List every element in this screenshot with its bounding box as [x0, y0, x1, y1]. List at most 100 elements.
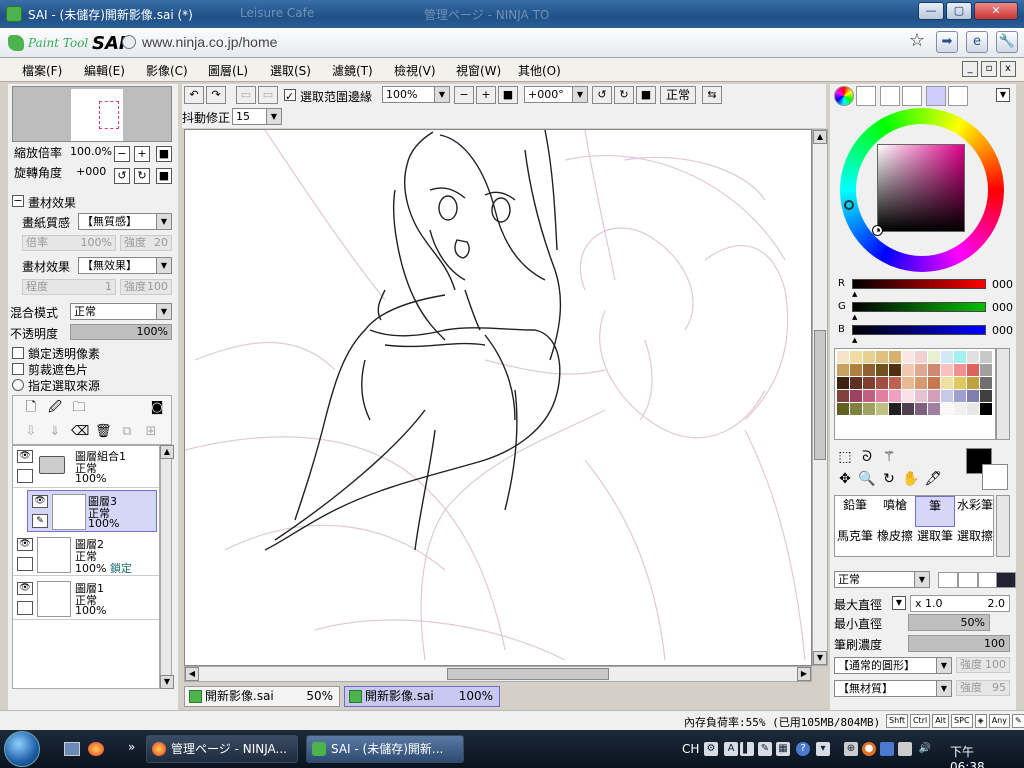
new-linework-layer-icon[interactable]: 🖉	[47, 400, 63, 416]
pencil-tool[interactable]: 鉛筆	[835, 496, 875, 527]
start-button-icon[interactable]	[4, 731, 40, 767]
swatch-26[interactable]	[863, 377, 875, 389]
canvas-scroll-down-icon[interactable]: ▼	[813, 651, 827, 665]
ime-pad-icon[interactable]: ✎	[758, 742, 772, 756]
brush-edge-medium-icon[interactable]	[958, 572, 978, 588]
marker-tool[interactable]: 馬克筆	[835, 527, 875, 558]
swatch-47[interactable]	[980, 390, 992, 402]
menu-edit[interactable]: 編輯(E)	[84, 62, 125, 79]
eyedropper-icon[interactable]: 🖋	[924, 470, 942, 488]
navigator-view-frame[interactable]	[99, 101, 119, 129]
key-any[interactable]: Any	[988, 714, 1010, 728]
layer-list-scrollbar[interactable]: ▲ ▼	[160, 445, 174, 689]
ime-icon[interactable]: ⚙	[704, 742, 718, 756]
show-desktop-icon[interactable]	[64, 742, 80, 756]
swatch-39[interactable]	[876, 390, 888, 402]
swatch-23[interactable]	[980, 364, 992, 376]
swatch-scrollbar[interactable]	[996, 348, 1010, 440]
layer-row-layer3[interactable]: 👁 ✎ 圖層3 正常 100%	[27, 490, 157, 532]
swatch-14[interactable]	[863, 364, 875, 376]
swatch-13[interactable]	[850, 364, 862, 376]
effect-select[interactable]: 【無效果】	[78, 257, 172, 274]
menu-file[interactable]: 檔案(F)	[22, 62, 62, 79]
swatch-4[interactable]	[889, 351, 901, 363]
zoom-icon[interactable]: 🔍	[858, 470, 876, 488]
swatch-51[interactable]	[876, 403, 888, 415]
mdi-restore-button[interactable]: ▫	[981, 61, 997, 77]
layer-row-layer1[interactable]: 👁 圖層1 正常 100%	[13, 578, 159, 620]
layer-row-layer2[interactable]: 👁 圖層2 正常 100% 鎖定	[13, 534, 159, 576]
ime-options-icon[interactable]: ▾	[816, 742, 830, 756]
green-slider-handle[interactable]: ▲	[852, 313, 857, 321]
select-eraser-tool[interactable]: 選取擦	[955, 527, 995, 558]
swatch-54[interactable]	[915, 403, 927, 415]
mixer-tab-icon[interactable]	[902, 86, 922, 106]
rect-select-icon[interactable]: ⬚	[836, 448, 854, 466]
brush-shape-select[interactable]: 【通常的圓形】	[834, 657, 952, 674]
ime-mode-a-icon[interactable]: A	[724, 742, 738, 756]
chrome-quicklaunch-icon[interactable]	[88, 742, 104, 756]
swatch-10[interactable]	[967, 351, 979, 363]
zoom-out-button[interactable]: −	[114, 146, 130, 162]
rotate-reset-button[interactable]: ■	[156, 168, 172, 184]
taskbar-sai-window[interactable]: SAI - (未儲存)開新...	[306, 735, 464, 763]
scroll-up-arrow-icon[interactable]: ▲	[160, 445, 174, 459]
density-slider[interactable]: 100	[908, 635, 1010, 652]
minimize-button[interactable]: —	[918, 2, 944, 20]
update-icon[interactable]: ●	[862, 742, 876, 756]
swatch-35[interactable]	[980, 377, 992, 389]
drawing-canvas[interactable]	[184, 129, 812, 666]
canvas-vscroll-thumb[interactable]	[814, 330, 826, 460]
swatch-33[interactable]	[954, 377, 966, 389]
green-value[interactable]: 000	[992, 301, 1013, 314]
ime-tools-icon[interactable]: ▦	[776, 742, 790, 756]
new-folder-icon[interactable]: 🗀	[71, 400, 87, 416]
swatch-50[interactable]	[863, 403, 875, 415]
menu-image[interactable]: 影像(C)	[146, 62, 188, 79]
brush-mode-select[interactable]: 正常	[834, 571, 930, 588]
lasso-icon[interactable]: ᘐ	[858, 448, 876, 466]
layer-option-box[interactable]	[17, 557, 33, 571]
rotate-left-button[interactable]: ↺	[114, 168, 130, 184]
wrench-icon[interactable]: 🔧	[996, 31, 1018, 53]
opacity-slider[interactable]: 100%	[70, 324, 172, 340]
swatch-59[interactable]	[980, 403, 992, 415]
mdi-minimize-button[interactable]: _	[962, 61, 978, 77]
watercolor-tool[interactable]: 水彩筆	[955, 496, 995, 527]
brush-grid-scrollbar[interactable]	[996, 495, 1010, 557]
swatch-46[interactable]	[967, 390, 979, 402]
normal-mode-button[interactable]: 正常	[660, 86, 696, 104]
swatch-22[interactable]	[967, 364, 979, 376]
select-pen-tool[interactable]: 選取筆	[915, 527, 955, 558]
swatch-36[interactable]	[837, 390, 849, 402]
swatch-58[interactable]	[967, 403, 979, 415]
key-ctrl[interactable]: Ctrl	[909, 714, 931, 728]
swatch-57[interactable]	[954, 403, 966, 415]
rotate-ccw-icon[interactable]: ↺	[592, 86, 612, 104]
selection-edge-checkbox[interactable]: ✓	[284, 89, 296, 103]
swatch-12[interactable]	[837, 364, 849, 376]
swatch-16[interactable]	[889, 364, 901, 376]
airbrush-tool[interactable]: 噴槍	[875, 496, 915, 527]
swatch-55[interactable]	[928, 403, 940, 415]
saturation-value-square[interactable]	[877, 144, 965, 232]
mask-icon[interactable]: ◙	[149, 400, 165, 416]
url-field[interactable]: www.ninja.co.jp/home	[142, 34, 277, 50]
swatch-42[interactable]	[915, 390, 927, 402]
canvas-zoom-reset-button[interactable]: ■	[498, 86, 518, 104]
swatch-19[interactable]	[928, 364, 940, 376]
swatch-25[interactable]	[850, 377, 862, 389]
brush-tool[interactable]: 筆	[915, 496, 955, 527]
lock-alpha-checkbox[interactable]	[12, 347, 24, 359]
canvas-rotate-reset-button[interactable]: ■	[636, 86, 656, 104]
canvas-vertical-scrollbar[interactable]: ▲ ▼	[812, 129, 828, 666]
swatch-53[interactable]	[902, 403, 914, 415]
max-size-dropdown[interactable]: ▼	[892, 596, 906, 610]
stabilizer-select[interactable]: 15	[232, 108, 282, 125]
swatch-15[interactable]	[876, 364, 888, 376]
swatch-38[interactable]	[863, 390, 875, 402]
menu-other[interactable]: 其他(O)	[518, 62, 561, 79]
ime-half-icon[interactable]: ▌	[740, 742, 754, 756]
blue-value[interactable]: 000	[992, 324, 1013, 337]
swatch-0[interactable]	[837, 351, 849, 363]
